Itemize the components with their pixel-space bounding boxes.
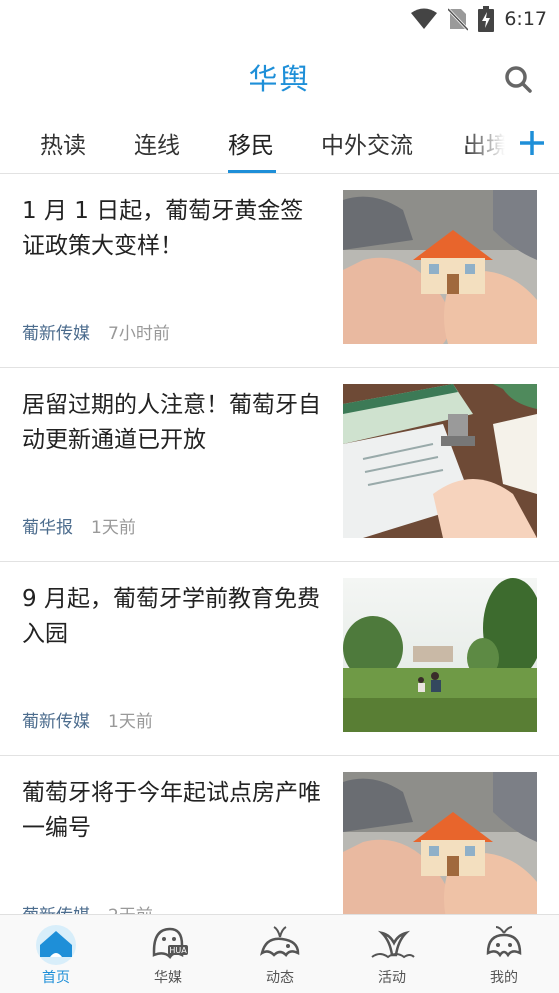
news-item[interactable]: 居留过期的人注意！葡萄牙自动更新通道已开放 葡华报 1天前 — [0, 368, 559, 562]
news-source: 葡华报 — [22, 518, 73, 538]
house-in-hands-image — [343, 772, 537, 914]
news-meta: 葡新传媒 7小时前 — [22, 319, 170, 344]
news-title: 1 月 1 日起，葡萄牙黄金签证政策大变样！ — [22, 198, 304, 259]
news-meta: 葡华报 1天前 — [22, 513, 136, 538]
news-meta: 葡新传媒 1天前 — [22, 707, 153, 732]
news-title: 9 月起，葡萄牙学前教育免费入园 — [22, 586, 320, 647]
nav-hua-media[interactable]: HUA 华媒 — [112, 915, 224, 993]
house-in-hands-image — [343, 190, 537, 344]
news-title: 居留过期的人注意！葡萄牙自动更新通道已开放 — [22, 392, 321, 453]
news-list[interactable]: 1 月 1 日起，葡萄牙黄金签证政策大变样！ 葡新传媒 7小时前 居留过期的人注… — [0, 174, 559, 914]
nav-label: 活动 — [378, 970, 406, 986]
bottom-navigation: 首页 HUA 华媒 动态 活动 我的 — [0, 914, 559, 993]
home-icon — [36, 925, 76, 965]
news-source: 葡新传媒 — [22, 712, 90, 732]
tab-zhongwai-jiaoliu[interactable]: 中外交流 — [321, 126, 413, 160]
status-time: 6:17 — [504, 8, 547, 30]
whale-spout-icon — [260, 926, 300, 957]
tab-fade-overlay — [465, 116, 505, 173]
status-icons: 6:17 — [410, 6, 547, 32]
no-sim-icon — [448, 7, 469, 31]
whale-tail-icon — [371, 930, 415, 959]
tab-scroll-area[interactable]: 热读 连线 移民 中外交流 出境 — [0, 116, 505, 173]
news-source: 葡新传媒 — [22, 324, 90, 344]
news-item[interactable]: 葡萄牙将于今年起试点房产唯一编号 葡新传媒 2天前 — [0, 756, 559, 914]
nav-profile[interactable]: 我的 — [448, 915, 559, 993]
app-title: 华舆 — [248, 62, 311, 96]
tab-lianxian[interactable]: 连线 — [134, 126, 180, 160]
nav-dongtai[interactable]: 动态 — [224, 915, 336, 993]
nav-home[interactable]: 首页 — [0, 915, 112, 993]
app-header: 华舆 — [0, 38, 559, 116]
nav-label: 首页 — [42, 970, 70, 986]
nav-label: 动态 — [266, 970, 294, 986]
news-time: 7小时前 — [108, 324, 170, 344]
news-source: 葡新传媒 — [22, 901, 90, 914]
svg-text:HUA: HUA — [169, 946, 187, 955]
add-tab-button[interactable] — [515, 126, 549, 160]
whale-profile-icon — [486, 926, 522, 958]
nav-label: 我的 — [490, 970, 518, 986]
hua-media-whale-icon: HUA — [152, 927, 188, 959]
nav-huodong[interactable]: 活动 — [336, 915, 448, 993]
category-tab-bar: 热读 连线 移民 中外交流 出境 — [0, 116, 559, 174]
tab-yimin[interactable]: 移民 — [228, 126, 274, 160]
active-tab-indicator — [228, 170, 276, 173]
plus-icon — [520, 131, 544, 155]
news-item[interactable]: 1 月 1 日起，葡萄牙黄金签证政策大变样！ 葡新传媒 7小时前 — [0, 174, 559, 368]
tab-rere[interactable]: 热读 — [40, 126, 86, 160]
news-time: 1天前 — [91, 518, 136, 538]
nav-label: 华媒 — [154, 970, 182, 986]
news-title: 葡萄牙将于今年起试点房产唯一编号 — [22, 780, 321, 841]
search-icon — [505, 66, 532, 93]
news-meta: 葡新传媒 2天前 — [22, 901, 153, 914]
search-button[interactable] — [501, 62, 535, 96]
news-time: 1天前 — [108, 712, 153, 732]
battery-charging-icon — [478, 6, 495, 32]
news-time: 2天前 — [108, 901, 153, 914]
status-bar: 6:17 — [0, 0, 559, 38]
news-item[interactable]: 9 月起，葡萄牙学前教育免费入园 葡新传媒 1天前 — [0, 562, 559, 756]
family-in-park-image — [343, 578, 537, 732]
wifi-icon — [411, 8, 438, 29]
visa-document-stamp-image — [343, 384, 537, 538]
